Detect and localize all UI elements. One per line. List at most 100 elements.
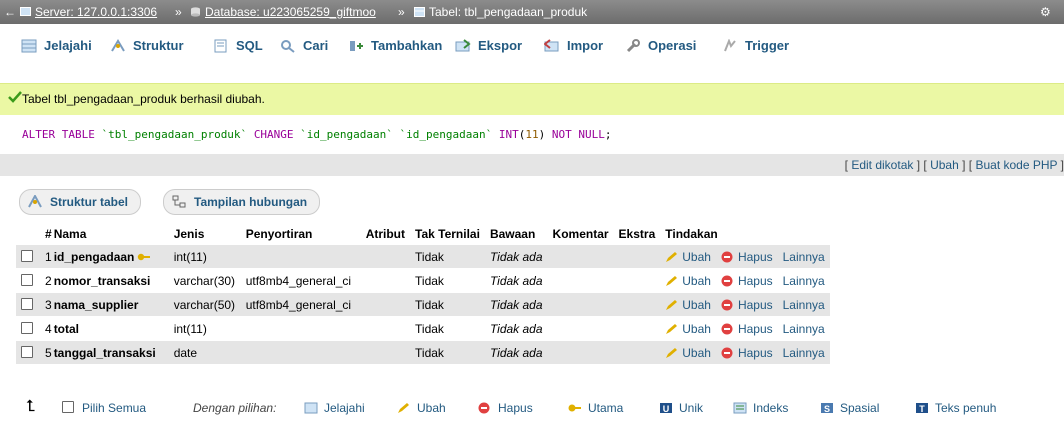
header-attributes: Atribut	[365, 227, 406, 241]
column-attributes	[360, 316, 411, 341]
tab-browse[interactable]: Jelajahi	[21, 32, 92, 60]
success-message: Tabel tbl_pengadaan_produk berhasil diub…	[0, 83, 1064, 116]
table-row: 2 nomor_transaksi varchar(30) utf8mb4_ge…	[16, 268, 830, 293]
sql-punct: ;	[604, 128, 612, 141]
breadcrumb-database[interactable]: Database: u223065259_giftmoo	[190, 5, 376, 19]
more-action[interactable]: Lainnya	[777, 316, 830, 341]
tab-trigger[interactable]: Trigger	[722, 32, 789, 60]
pencil-icon	[666, 251, 678, 262]
bulk-unique-button[interactable]: U Unik	[659, 401, 703, 415]
edit-action[interactable]: Ubah	[660, 292, 716, 317]
row-checkbox[interactable]	[21, 249, 33, 262]
bracket: ]	[1060, 158, 1064, 172]
bulk-browse-button[interactable]: Jelajahi	[304, 401, 365, 415]
create-php-code-link[interactable]: Buat kode PHP	[975, 158, 1057, 172]
header-collation: Penyortiran	[245, 227, 313, 241]
pencil-icon	[398, 403, 409, 413]
table-structure-button[interactable]: Struktur tabel	[19, 189, 142, 215]
row-checkbox[interactable]	[21, 345, 33, 358]
table-icon	[414, 7, 425, 17]
primary-key-icon	[568, 404, 581, 412]
column-name: id_pengadaan	[53, 249, 135, 264]
column-type: int(11)	[168, 316, 241, 341]
select-all-checkbox[interactable]	[62, 401, 74, 413]
column-extra	[613, 340, 661, 364]
header-null: Tak Ternilai	[415, 227, 480, 241]
edit-action[interactable]: Ubah	[660, 340, 716, 364]
tab-export[interactable]: Ekspor	[455, 32, 522, 60]
breadcrumb-server[interactable]: Server: 127.0.0.1:3306	[20, 5, 157, 19]
edit-action[interactable]: Ubah	[660, 268, 716, 293]
drop-action[interactable]: Hapus	[715, 316, 778, 341]
row-checkbox[interactable]	[21, 297, 33, 310]
edit-label: Ubah	[682, 345, 711, 360]
sql-keyword: ALTER TABLE	[22, 128, 95, 141]
more-action[interactable]: Lainnya	[777, 244, 830, 269]
sql-identifier: `id_pengadaan` `id_pengadaan`	[293, 128, 499, 141]
bulk-primary-button[interactable]: Utama	[568, 401, 623, 415]
column-extra	[613, 244, 661, 269]
tab-operations[interactable]: Operasi	[625, 32, 696, 60]
header-extra: Ekstra	[618, 227, 656, 241]
column-extra	[613, 316, 661, 341]
column-attributes	[360, 244, 411, 269]
column-default: Tidak ada	[484, 316, 548, 341]
bracket: ] [	[916, 158, 927, 172]
relation-view-button[interactable]: Tampilan hubungan	[163, 189, 321, 215]
drop-action[interactable]: Hapus	[715, 268, 778, 293]
column-default: Tidak ada	[484, 244, 548, 269]
column-collation: utf8mb4_general_ci	[240, 268, 361, 293]
edit-action[interactable]: Ubah	[660, 244, 716, 269]
bulk-drop-button[interactable]: Hapus	[478, 401, 533, 415]
column-comments	[547, 268, 614, 293]
tab-search[interactable]: Cari	[280, 32, 328, 60]
structure-table: # Nama Jenis Penyortiran Atribut Tak Ter…	[16, 224, 830, 364]
table-row: 3 nama_supplier varchar(50) utf8mb4_gene…	[16, 292, 830, 317]
pencil-icon	[666, 323, 678, 334]
bulk-spatial-button[interactable]: S Spasial	[820, 401, 879, 415]
tab-import[interactable]: Impor	[544, 32, 603, 60]
drop-icon	[478, 402, 490, 414]
edit-inline-link[interactable]: Edit dikotak	[851, 158, 913, 172]
bulk-actions-bar: ⮤ Pilih Semua Dengan pilihan: Jelajahi U…	[0, 398, 1064, 420]
drop-label: Hapus	[737, 345, 773, 360]
more-action[interactable]: Lainnya	[777, 340, 830, 364]
column-extra	[613, 268, 661, 293]
row-checkbox[interactable]	[21, 273, 33, 286]
drop-action[interactable]: Hapus	[715, 292, 778, 317]
import-icon	[544, 39, 559, 52]
breadcrumb-table[interactable]: Tabel: tbl_pengadaan_produk	[414, 5, 587, 19]
row-checkbox[interactable]	[21, 321, 33, 334]
browse-icon	[21, 39, 37, 53]
bulk-fulltext-button[interactable]: T Teks penuh	[915, 401, 996, 415]
index-icon	[733, 402, 747, 414]
more-action[interactable]: Lainnya	[777, 268, 830, 293]
edit-action[interactable]: Ubah	[660, 316, 716, 341]
sql-keyword: CHANGE	[253, 128, 294, 141]
tab-insert[interactable]: Tambahkan	[348, 32, 442, 60]
sql-query-box: ALTER TABLE `tbl_pengadaan_produk` CHANG…	[0, 115, 1064, 153]
drop-action[interactable]: Hapus	[715, 340, 778, 364]
sql-query: ALTER TABLE `tbl_pengadaan_produk` CHANG…	[22, 128, 611, 141]
column-comments	[547, 340, 614, 364]
bulk-index-button[interactable]: Indeks	[733, 401, 788, 415]
column-null: Tidak	[410, 268, 485, 293]
sql-icon	[214, 39, 227, 53]
more-action[interactable]: Lainnya	[777, 292, 830, 317]
column-comments	[547, 316, 614, 341]
success-text: Tabel tbl_pengadaan_produk berhasil diub…	[22, 92, 265, 106]
table-header-row: # Nama Jenis Penyortiran Atribut Tak Ter…	[16, 224, 830, 245]
select-all[interactable]: Pilih Semua	[62, 401, 146, 415]
header-name[interactable]: Nama	[54, 224, 169, 245]
insert-icon	[350, 41, 363, 51]
tab-structure[interactable]: Struktur	[110, 32, 184, 60]
drop-action[interactable]: Hapus	[715, 244, 778, 269]
edit-query-link[interactable]: Ubah	[930, 158, 959, 172]
gear-icon[interactable]: ⚙	[1040, 5, 1051, 19]
bulk-change-button[interactable]: Ubah	[397, 401, 446, 415]
pencil-icon	[666, 299, 678, 310]
tab-sql[interactable]: SQL	[213, 32, 263, 60]
structure-icon	[111, 39, 125, 52]
collapse-arrow[interactable]: ←	[4, 5, 16, 19]
select-all-label[interactable]: Pilih Semua	[82, 401, 146, 415]
